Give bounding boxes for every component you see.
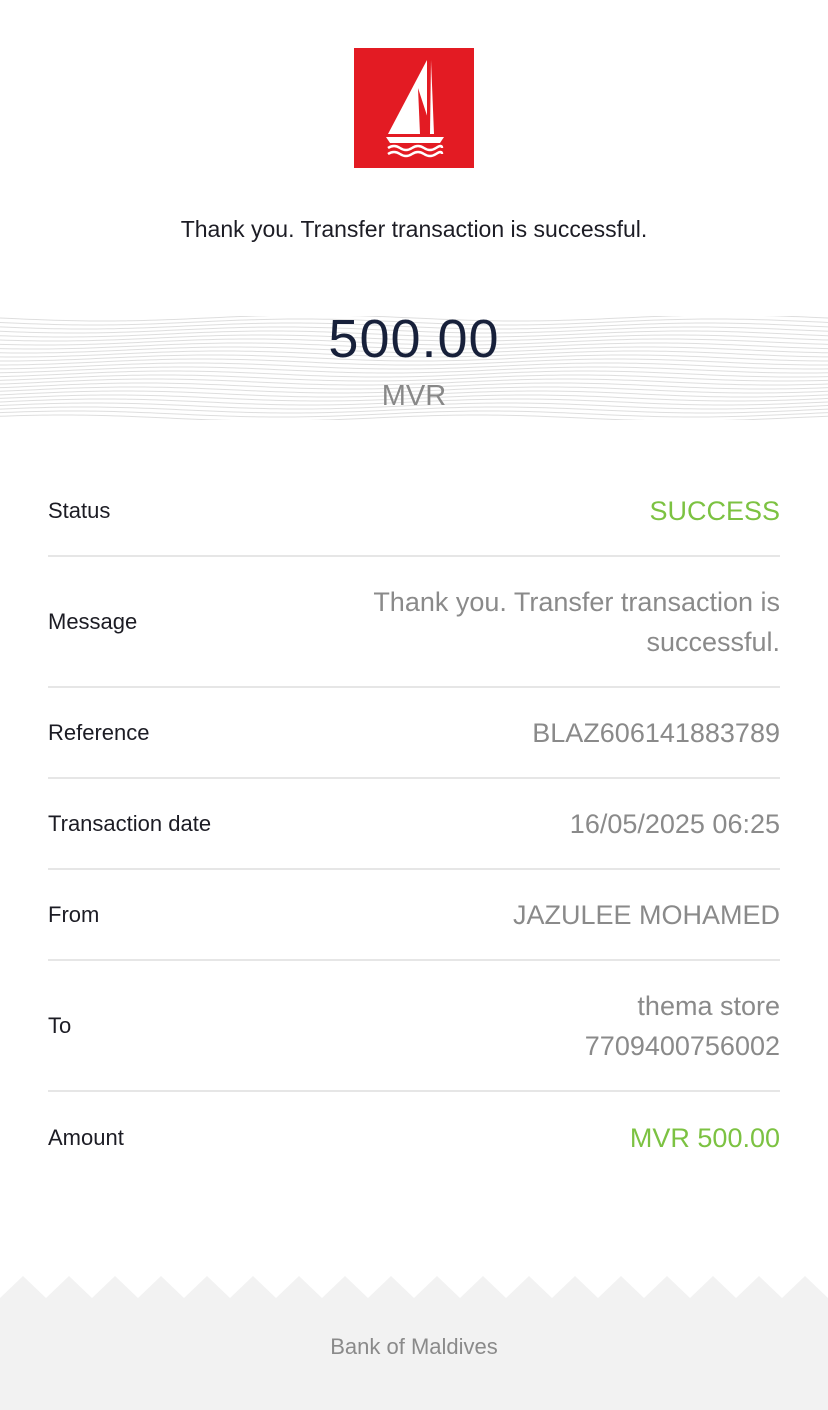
status-value: SUCCESS (649, 495, 780, 526)
to-name: thema store (637, 990, 780, 1021)
transaction-date-value: 16/05/2025 06:25 (569, 808, 780, 839)
from-label: From (48, 901, 100, 927)
message-line-1: Thank you. Transfer transaction is (373, 586, 780, 617)
detail-row-status: Status SUCCESS (48, 466, 780, 557)
message-value: Thank you. Transfer transaction is succe… (373, 582, 780, 662)
amount-label: Amount (48, 1124, 124, 1150)
success-headline: Thank you. Transfer transaction is succe… (180, 216, 648, 242)
amount-currency: MVR (381, 380, 447, 412)
transaction-date-label: Transaction date (48, 810, 212, 836)
detail-row-from: From JAZULEE MOHAMED (48, 870, 780, 961)
transaction-details: Status SUCCESS Message Thank you. Transf… (48, 466, 780, 1183)
from-value: JAZULEE MOHAMED (512, 899, 780, 930)
amount-detail-value: MVR 500.00 (629, 1122, 780, 1153)
sailboat-logo-icon (386, 60, 444, 158)
to-account: 7709400756002 (584, 1030, 780, 1061)
detail-row-amount: Amount MVR 500.00 (48, 1092, 780, 1183)
footer-bank-name: Bank of Maldives (330, 1334, 498, 1359)
detail-row-to: To thema store 7709400756002 (48, 961, 780, 1092)
detail-row-message: Message Thank you. Transfer transaction … (48, 557, 780, 688)
bank-logo (354, 48, 474, 168)
amount-value: 500.00 (328, 309, 500, 369)
to-label: To (48, 1012, 72, 1038)
message-line-2: successful. (646, 626, 780, 657)
message-label: Message (48, 608, 138, 634)
detail-row-transaction-date: Transaction date 16/05/2025 06:25 (48, 779, 780, 870)
reference-value: BLAZ606141883789 (532, 717, 780, 748)
to-value: thema store 7709400756002 (585, 986, 780, 1066)
detail-row-reference: Reference BLAZ606141883789 (48, 688, 780, 779)
status-label: Status (48, 497, 111, 523)
reference-label: Reference (48, 719, 150, 745)
